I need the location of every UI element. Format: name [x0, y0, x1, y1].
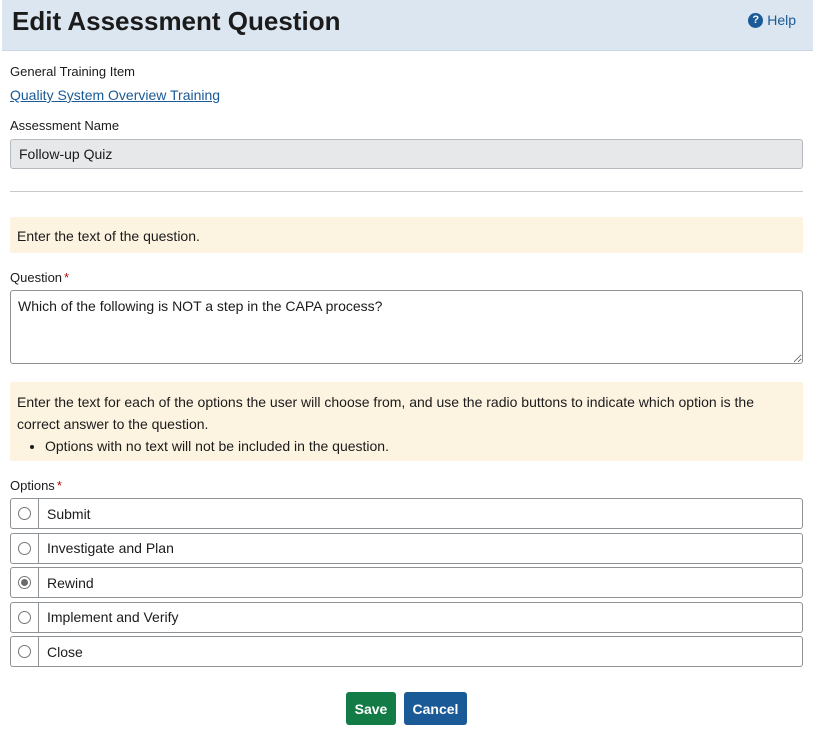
training-item-label: General Training Item — [10, 64, 136, 79]
options-list: Submit Investigate and Plan Rewind Imple… — [10, 498, 803, 671]
option-row: Rewind — [10, 567, 803, 598]
option-input[interactable]: Close — [39, 637, 802, 666]
option-radio-cell[interactable] — [11, 602, 39, 632]
required-marker: * — [56, 478, 62, 493]
option-row: Close — [10, 636, 803, 667]
assessment-name-field: Follow-up Quiz — [10, 139, 803, 169]
option-row: Investigate and Plan — [10, 532, 803, 564]
option-input[interactable]: Rewind — [39, 568, 802, 597]
options-label: Options * — [10, 478, 62, 493]
page-title: Edit Assessment Question — [12, 6, 341, 36]
options-instructions-list: Options with no text will not be include… — [17, 435, 796, 457]
question-instructions: Enter the text of the question. — [10, 217, 803, 253]
training-item-link[interactable]: Quality System Overview Training — [10, 87, 220, 103]
option-radio[interactable] — [18, 610, 31, 624]
page-header: Edit Assessment Question ? Help — [2, 0, 813, 50]
option-input[interactable]: Implement and Verify — [39, 603, 802, 632]
option-radio[interactable] — [18, 507, 31, 520]
divider — [10, 191, 803, 192]
option-radio-cell[interactable] — [11, 533, 39, 563]
options-instructions: Enter the text for each of the options t… — [10, 382, 803, 461]
option-radio-selected[interactable] — [18, 576, 31, 589]
save-button[interactable]: Save — [346, 692, 396, 725]
option-radio-cell[interactable] — [11, 568, 39, 597]
option-radio[interactable] — [18, 541, 31, 555]
option-input[interactable]: Submit — [39, 499, 802, 528]
required-marker: * — [64, 270, 70, 285]
help-label: Help — [767, 12, 796, 28]
options-label-text: Options — [10, 478, 55, 493]
help-link[interactable]: ? Help — [748, 12, 796, 28]
cancel-button[interactable]: Cancel — [404, 692, 467, 725]
option-row: Submit — [10, 498, 803, 529]
option-radio[interactable] — [18, 645, 31, 658]
options-instructions-bullet: Options with no text will not be include… — [45, 435, 796, 457]
assessment-name-label: Assessment Name — [10, 118, 120, 133]
question-label-text: Question — [10, 270, 63, 285]
option-radio-cell[interactable] — [11, 499, 39, 528]
option-row: Implement and Verify — [10, 601, 803, 633]
option-radio-cell[interactable] — [11, 637, 39, 666]
option-input[interactable]: Investigate and Plan — [39, 534, 802, 563]
question-textarea[interactable]: Which of the following is NOT a step in … — [10, 290, 803, 364]
question-label: Question * — [10, 270, 69, 285]
question-circle-icon: ? — [748, 12, 764, 28]
options-instructions-text: Enter the text for each of the options t… — [17, 394, 754, 432]
